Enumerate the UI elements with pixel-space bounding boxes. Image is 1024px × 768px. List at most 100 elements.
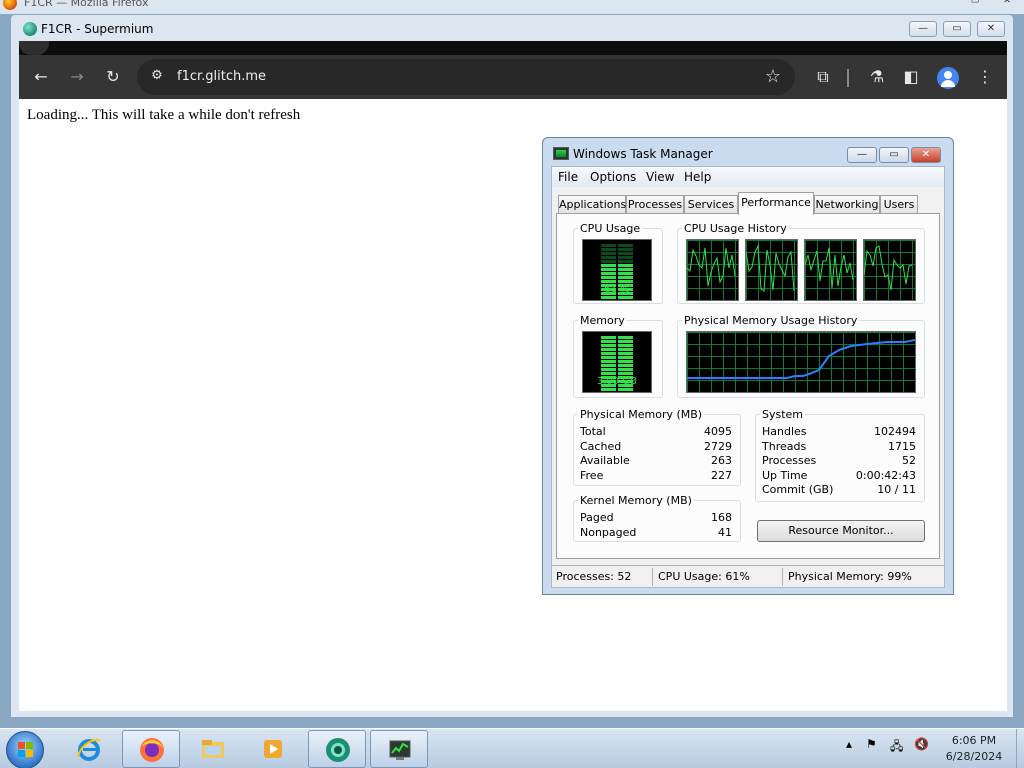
taskbar-firefox[interactable] — [122, 730, 180, 768]
cpu-core-graph — [745, 239, 798, 301]
status-memory: Physical Memory: 99% — [788, 570, 912, 583]
forward-arrow-icon[interactable]: → — [65, 65, 89, 89]
address-bar[interactable]: ⚙ f1cr.glitch.me ☆ — [137, 59, 795, 95]
taskbar-supermium[interactable] — [308, 730, 366, 768]
bookmark-star-icon[interactable]: ☆ — [765, 66, 781, 87]
tm-maximize-button[interactable]: ▭ — [879, 147, 909, 163]
network-icon[interactable]: 🖧 — [890, 737, 903, 758]
tab-users[interactable]: Users — [880, 195, 918, 214]
stat-name: Cached — [580, 440, 622, 453]
stat-name: Processes — [762, 454, 817, 467]
tm-minimize-button[interactable]: — — [847, 147, 877, 163]
menu-help[interactable]: Help — [684, 170, 711, 184]
action-center-flag-icon[interactable]: ⚑ — [866, 737, 877, 751]
profile-icon[interactable] — [937, 67, 959, 89]
tab-performance[interactable]: Performance — [738, 192, 814, 215]
physical-memory-label: Physical Memory (MB) — [578, 408, 705, 421]
supermium-icon — [23, 22, 37, 36]
background-close-button[interactable]: ✕ — [996, 0, 1018, 6]
minimize-button[interactable]: — — [909, 21, 937, 37]
menu-icon[interactable]: ⋮ — [973, 65, 997, 89]
stat-name: Total — [580, 425, 606, 438]
status-divider — [782, 568, 783, 586]
menu-file[interactable]: File — [558, 170, 578, 184]
tab-networking[interactable]: Networking — [814, 195, 880, 214]
tab-processes[interactable]: Processes — [626, 195, 684, 214]
menu-view[interactable]: View — [646, 170, 674, 184]
labs-icon[interactable]: ⚗ — [865, 65, 889, 89]
stat-value: 4095 — [704, 425, 732, 438]
status-bar: Processes: 52 CPU Usage: 61% Physical Me… — [552, 565, 944, 587]
extensions-icon[interactable]: ⧉ — [811, 65, 835, 89]
task-manager-title: Windows Task Manager — [573, 147, 713, 161]
sidebar-icon[interactable]: ◧ — [899, 65, 923, 89]
volume-muted-icon[interactable]: 🔇 — [914, 737, 929, 751]
memory-history-label: Physical Memory Usage History — [682, 314, 860, 327]
window-title: F1CR - Supermium — [41, 22, 154, 36]
memory-history-group: Physical Memory Usage History — [677, 314, 925, 398]
site-info-icon[interactable]: ⚙ — [149, 68, 165, 84]
stat-name: Nonpaged — [580, 526, 637, 539]
stat-value: 1715 — [888, 440, 916, 453]
show-desktop-button[interactable] — [1016, 729, 1024, 768]
menu-options[interactable]: Options — [590, 170, 636, 184]
folder-icon — [202, 740, 224, 758]
supermium-icon — [326, 738, 350, 762]
taskbar-file-explorer[interactable] — [184, 730, 242, 768]
task-manager-window[interactable]: Windows Task Manager — ▭ ✕ File Options … — [542, 137, 954, 595]
cpu-usage-group: CPU Usage 61 % — [573, 222, 663, 304]
close-button[interactable]: ✕ — [977, 21, 1005, 37]
status-divider — [652, 568, 653, 586]
system-label: System — [760, 408, 806, 421]
stat-value: 168 — [711, 511, 732, 524]
toolbar-divider — [847, 69, 849, 87]
loading-message: Loading... This will take a while don't … — [27, 107, 301, 123]
start-button[interactable] — [6, 731, 44, 768]
internet-explorer-icon — [77, 738, 101, 761]
memory-label: Memory — [578, 314, 627, 327]
stat-value: 263 — [711, 454, 732, 467]
stat-name: Handles — [762, 425, 807, 438]
performance-panel: CPU Usage 61 % CPU Usage History Memory … — [556, 213, 940, 559]
stat-value: 227 — [711, 469, 732, 482]
tm-close-button[interactable]: ✕ — [911, 147, 941, 163]
back-arrow-icon[interactable]: ← — [29, 65, 53, 89]
clock[interactable]: 6:06 PM 6/28/2024 — [936, 733, 1012, 765]
memory-gauge: 3.99 GB — [582, 331, 652, 393]
resource-monitor-button[interactable]: Resource Monitor... — [757, 520, 925, 542]
cpu-usage-value: 61 % — [604, 284, 630, 295]
status-processes: Processes: 52 — [556, 570, 632, 583]
taskbar-media-player[interactable] — [244, 730, 302, 768]
show-hidden-icons-icon[interactable]: ▴ — [846, 737, 852, 751]
firefox-icon — [3, 0, 17, 10]
tab-strip — [19, 41, 1007, 55]
background-maximize-button[interactable]: ▭ — [964, 0, 986, 6]
cpu-history-label: CPU Usage History — [682, 222, 789, 235]
clock-time: 6:06 PM — [951, 734, 997, 747]
browser-tab[interactable] — [19, 41, 49, 55]
kernel-memory-label: Kernel Memory (MB) — [578, 494, 694, 507]
status-cpu: CPU Usage: 61% — [658, 570, 750, 583]
task-manager-icon — [389, 740, 411, 760]
media-player-icon — [264, 740, 282, 758]
stat-value: 41 — [718, 526, 732, 539]
background-window-title: F1CR — Mozilla Firefox — [24, 0, 149, 9]
memory-history-graph — [686, 331, 916, 393]
url-text[interactable]: f1cr.glitch.me — [177, 69, 266, 84]
cpu-history-group: CPU Usage History — [677, 222, 925, 304]
kernel-memory-group: Kernel Memory (MB) Paged 168 Nonpaged 41 — [573, 494, 741, 542]
firefox-icon — [140, 738, 164, 762]
tab-applications[interactable]: Applications — [558, 195, 626, 214]
background-firefox-window[interactable]: F1CR — Mozilla Firefox ▭ ✕ — [0, 0, 1024, 14]
tab-services[interactable]: Services — [684, 195, 738, 214]
stat-name: Paged — [580, 511, 614, 524]
stat-value: 102494 — [874, 425, 916, 438]
cpu-core-graph — [686, 239, 739, 301]
reload-icon[interactable]: ↻ — [101, 65, 125, 89]
stat-value: 0:00:42:43 — [855, 469, 916, 482]
windows-logo-icon — [18, 742, 34, 758]
taskbar-task-manager[interactable] — [370, 730, 428, 768]
taskbar-internet-explorer[interactable] — [60, 730, 118, 768]
stat-value: 2729 — [704, 440, 732, 453]
maximize-button[interactable]: ▭ — [943, 21, 971, 37]
